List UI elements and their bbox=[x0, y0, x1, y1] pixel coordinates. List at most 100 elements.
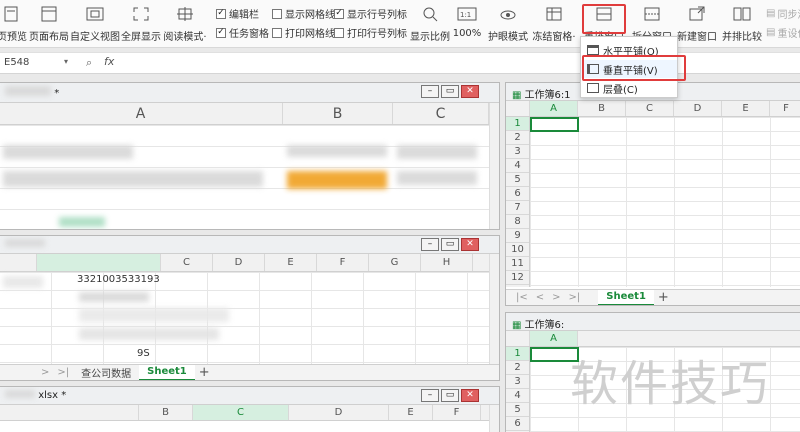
fullscreen-button[interactable]: 全屏显示 bbox=[121, 4, 161, 44]
menu-item-cascade[interactable]: 层叠(C) bbox=[581, 79, 677, 97]
zoom-100-button[interactable]: 1:1 100% bbox=[452, 4, 482, 44]
row-headers: 1 2 3 4 5 6 bbox=[506, 347, 530, 432]
close-icon[interactable]: ✕ bbox=[461, 85, 479, 98]
col-header-c[interactable]: C bbox=[161, 254, 213, 271]
cell-grid[interactable] bbox=[530, 117, 800, 287]
select-all-corner[interactable] bbox=[506, 101, 530, 116]
add-sheet-icon[interactable]: + bbox=[195, 365, 214, 380]
eye-icon bbox=[497, 4, 519, 24]
active-cell[interactable] bbox=[530, 117, 579, 132]
col-header-c[interactable]: C bbox=[626, 101, 674, 116]
row-header[interactable]: 5 bbox=[506, 403, 529, 417]
blurred-content bbox=[3, 171, 263, 187]
reading-mode-button[interactable]: 阅读模式· bbox=[162, 4, 208, 44]
last-sheet-icon[interactable]: >| bbox=[565, 292, 585, 303]
vertical-scrollbar[interactable] bbox=[489, 103, 499, 229]
col-header-e[interactable]: E bbox=[722, 101, 770, 116]
check-formula-bar[interactable]: ✓ 编辑栏 bbox=[216, 6, 259, 21]
window-title-bar[interactable]: ▦ 工作簿6: bbox=[506, 313, 800, 331]
col-header-f[interactable]: F bbox=[433, 405, 481, 420]
col-header-a[interactable]: A bbox=[0, 103, 283, 124]
first-sheet-icon[interactable]: |< bbox=[512, 292, 532, 303]
col-header-d[interactable]: D bbox=[213, 254, 265, 271]
row-header[interactable]: 5 bbox=[506, 173, 529, 187]
row-header[interactable]: 1 bbox=[506, 117, 529, 131]
sheet-tab-active[interactable]: Sheet1 bbox=[598, 289, 654, 305]
col-header-g[interactable]: G bbox=[369, 254, 421, 271]
row-header[interactable]: 7 bbox=[506, 201, 529, 215]
row-header[interactable]: 6 bbox=[506, 417, 529, 431]
col-header-e[interactable]: E bbox=[389, 405, 433, 420]
vertical-scrollbar[interactable] bbox=[489, 405, 499, 432]
side-by-side-button[interactable]: 并排比较 bbox=[722, 4, 762, 44]
page-preview-button[interactable]: 页预览 bbox=[0, 4, 28, 44]
page-layout-button[interactable]: 页面布局 bbox=[29, 4, 69, 44]
row-header[interactable]: 3 bbox=[506, 375, 529, 389]
check-show-headings[interactable]: ✓ 显示行号列标 bbox=[334, 6, 407, 21]
close-icon[interactable]: ✕ bbox=[461, 238, 479, 251]
freeze-panes-button[interactable]: 冻结窗格· bbox=[532, 4, 576, 44]
restore-icon[interactable]: ▭ bbox=[441, 238, 459, 251]
restore-icon[interactable]: ▭ bbox=[441, 85, 459, 98]
col-header-b[interactable]: B bbox=[578, 101, 626, 116]
cell-grid[interactable] bbox=[0, 272, 491, 364]
col-header-h[interactable]: H bbox=[421, 254, 473, 271]
sheet-tab[interactable]: 查公司数据 bbox=[73, 365, 139, 380]
column-headers: B C D E F bbox=[0, 405, 491, 421]
chevron-right-icon[interactable]: > bbox=[548, 292, 564, 303]
col-header-b[interactable]: B bbox=[139, 405, 193, 420]
row-header[interactable]: 4 bbox=[506, 389, 529, 403]
col-header-d[interactable]: D bbox=[674, 101, 722, 116]
cell-value[interactable]: 3321003533193 bbox=[77, 274, 160, 285]
minimize-icon[interactable]: – bbox=[421, 238, 439, 251]
last-sheet-icon[interactable]: >| bbox=[53, 367, 73, 378]
row-header[interactable]: 10 bbox=[506, 243, 529, 257]
col-header-c[interactable]: C bbox=[393, 103, 489, 124]
close-icon[interactable]: ✕ bbox=[461, 389, 479, 402]
col-header-c[interactable]: C bbox=[193, 405, 289, 420]
row-header[interactable]: 11 bbox=[506, 257, 529, 271]
sync-scroll-icon: ▤ bbox=[766, 8, 776, 19]
check-task-pane[interactable]: ✓ 任务窗格 bbox=[216, 25, 269, 40]
checkbox-icon: ✓ bbox=[216, 8, 226, 19]
sync-scroll-option[interactable]: ▤同步滚 bbox=[766, 6, 800, 21]
check-show-gridlines[interactable]: 显示网格线 bbox=[272, 6, 335, 21]
row-header[interactable]: 4 bbox=[506, 159, 529, 173]
name-box[interactable]: E548 bbox=[0, 55, 72, 73]
row-header[interactable]: 8 bbox=[506, 215, 529, 229]
chevron-down-icon[interactable]: ▾ bbox=[64, 57, 68, 66]
restore-icon[interactable]: ▭ bbox=[441, 389, 459, 402]
row-header[interactable]: 1 bbox=[506, 347, 529, 361]
row-header[interactable]: 3 bbox=[506, 145, 529, 159]
row-header[interactable]: 2 bbox=[506, 131, 529, 145]
row-header[interactable]: 12 bbox=[506, 271, 529, 285]
sheet-tab-active[interactable]: Sheet1 bbox=[139, 364, 195, 380]
new-window-button[interactable]: 新建窗口 bbox=[674, 4, 720, 44]
column-headers: A B C D E F bbox=[506, 101, 800, 117]
reset-position-option[interactable]: ▤重设位 bbox=[766, 25, 800, 40]
col-header-f[interactable]: F bbox=[317, 254, 369, 271]
minimize-icon[interactable]: – bbox=[421, 85, 439, 98]
col-header-a[interactable]: A bbox=[530, 101, 578, 116]
check-print-gridlines[interactable]: 打印网格线 bbox=[272, 25, 335, 40]
fx-label[interactable]: fx bbox=[104, 55, 114, 68]
minimize-icon[interactable]: – bbox=[421, 389, 439, 402]
zoom-button[interactable]: 显示比例 bbox=[408, 4, 452, 44]
search-icon[interactable]: ⌕ bbox=[86, 56, 92, 70]
add-sheet-icon[interactable]: + bbox=[654, 290, 673, 305]
chevron-left-icon[interactable]: < bbox=[532, 292, 548, 303]
col-header-selected[interactable] bbox=[37, 254, 161, 271]
col-header-d[interactable]: D bbox=[289, 405, 389, 420]
check-print-headings[interactable]: 打印行号列标 bbox=[334, 25, 407, 40]
custom-view-button[interactable]: 自定义视图 bbox=[70, 4, 120, 44]
col-header-e[interactable]: E bbox=[265, 254, 317, 271]
vertical-scrollbar[interactable] bbox=[489, 254, 499, 364]
col-header-f[interactable]: F bbox=[770, 101, 800, 116]
select-all-corner[interactable] bbox=[506, 331, 530, 346]
row-header[interactable]: 2 bbox=[506, 361, 529, 375]
eye-protection-button[interactable]: 护眼模式 bbox=[488, 4, 528, 44]
row-header[interactable]: 6 bbox=[506, 187, 529, 201]
col-header-b[interactable]: B bbox=[283, 103, 393, 124]
row-header[interactable]: 9 bbox=[506, 229, 529, 243]
chevron-right-icon[interactable]: > bbox=[37, 367, 53, 378]
